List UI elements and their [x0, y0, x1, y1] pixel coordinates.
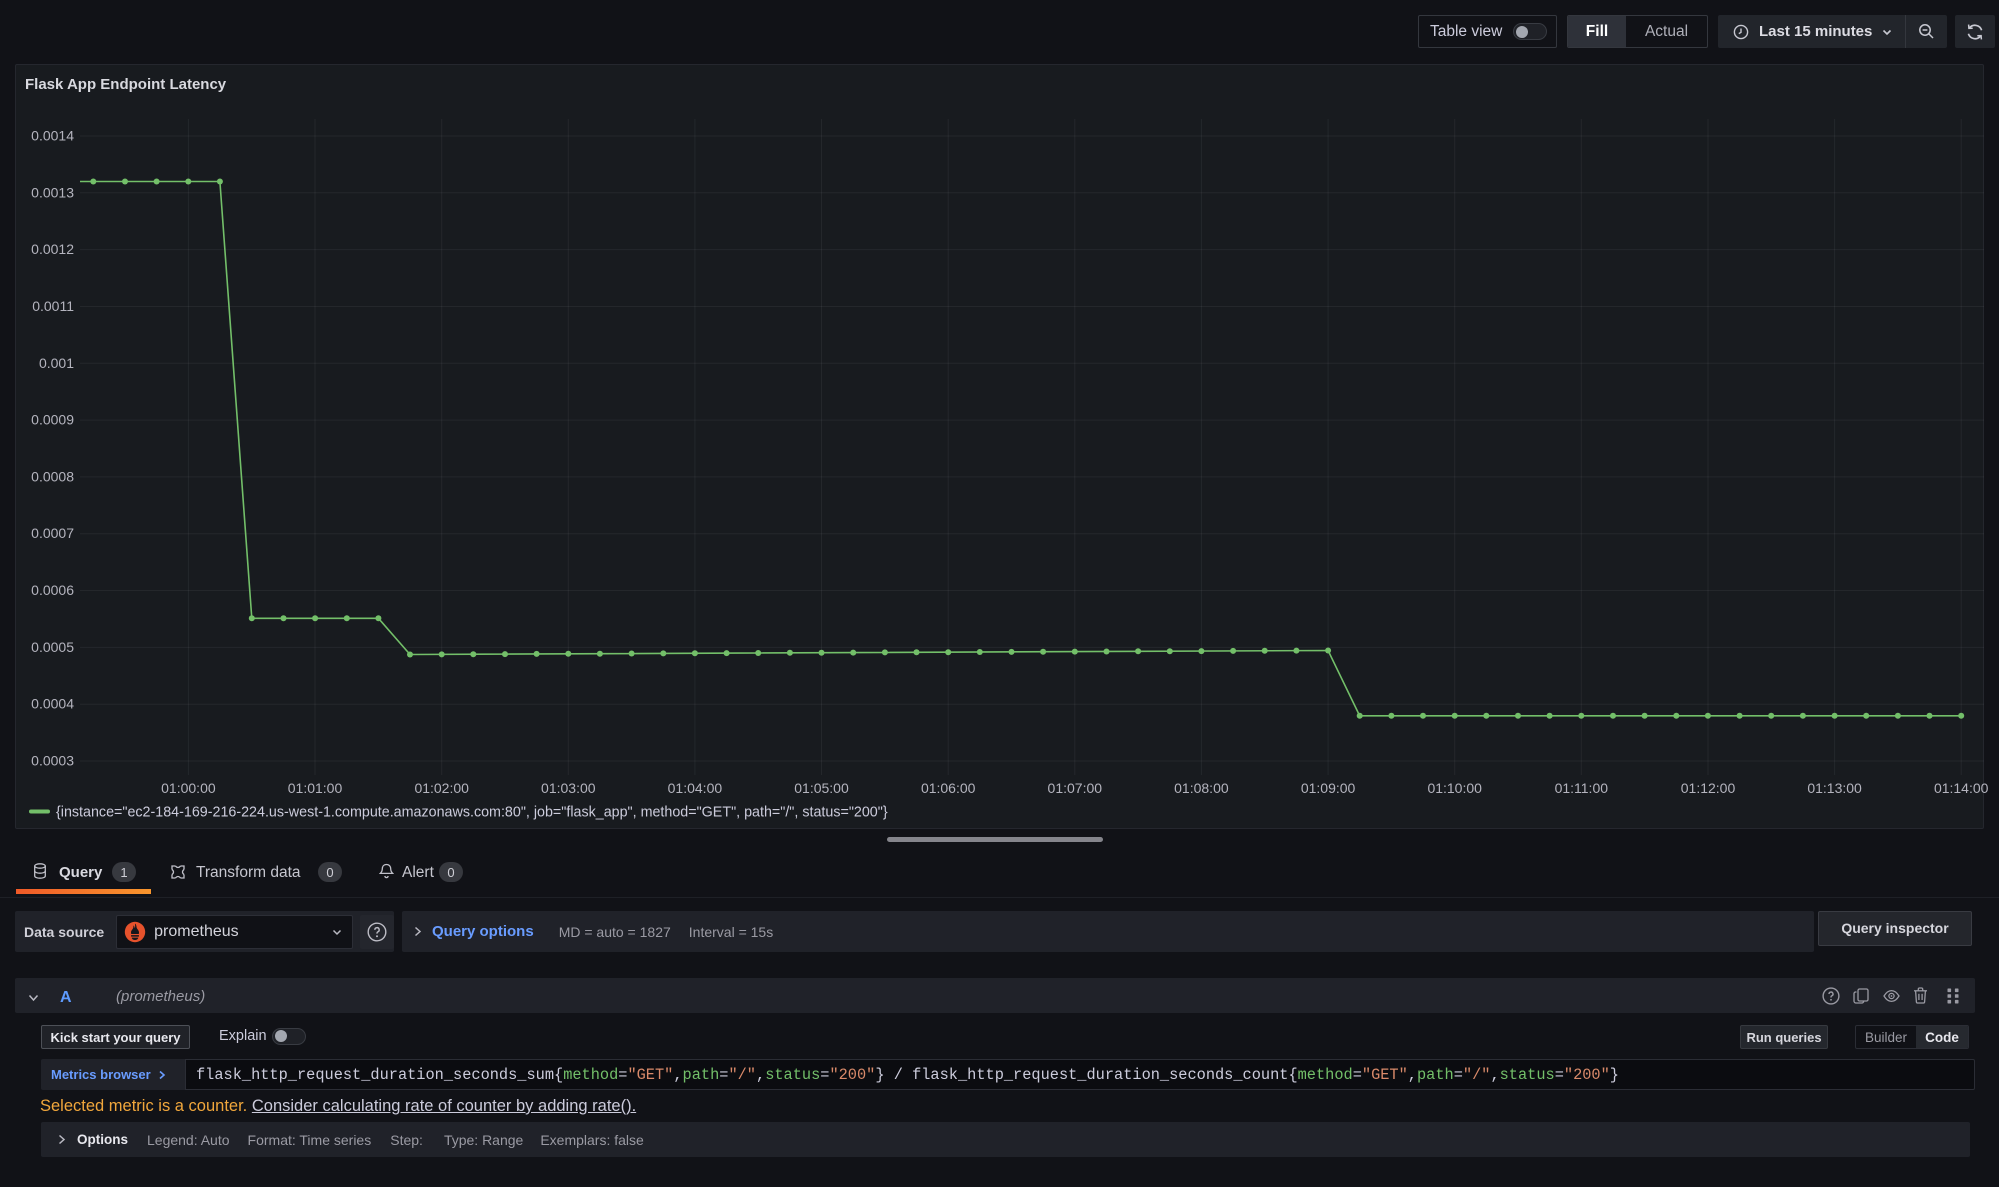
- svg-text:01:11:00: 01:11:00: [1555, 780, 1609, 796]
- svg-text:01:06:00: 01:06:00: [921, 780, 976, 796]
- svg-text:0.0003: 0.0003: [31, 753, 74, 769]
- svg-text:01:04:00: 01:04:00: [668, 780, 723, 796]
- svg-text:0.0011: 0.0011: [32, 298, 74, 314]
- svg-text:0.0013: 0.0013: [31, 184, 74, 200]
- svg-text:01:10:00: 01:10:00: [1427, 780, 1482, 796]
- svg-text:0.0012: 0.0012: [31, 241, 74, 257]
- svg-text:01:12:00: 01:12:00: [1681, 780, 1736, 796]
- svg-text:0.0014: 0.0014: [31, 128, 74, 144]
- svg-text:01:13:00: 01:13:00: [1807, 780, 1862, 796]
- svg-text:01:09:00: 01:09:00: [1301, 780, 1356, 796]
- svg-text:{instance="ec2-184-169-216-224: {instance="ec2-184-169-216-224.us-west-1…: [56, 805, 888, 821]
- svg-text:01:01:00: 01:01:00: [288, 780, 343, 796]
- svg-text:01:14:00: 01:14:00: [1934, 780, 1989, 796]
- svg-text:0.0007: 0.0007: [31, 525, 74, 541]
- svg-text:01:02:00: 01:02:00: [414, 780, 469, 796]
- svg-text:0.0006: 0.0006: [31, 582, 74, 598]
- svg-text:01:07:00: 01:07:00: [1048, 780, 1103, 796]
- svg-text:01:00:00: 01:00:00: [161, 780, 216, 796]
- svg-text:0.0004: 0.0004: [31, 696, 74, 712]
- svg-text:01:03:00: 01:03:00: [541, 780, 596, 796]
- svg-text:01:08:00: 01:08:00: [1174, 780, 1229, 796]
- svg-text:0.0009: 0.0009: [31, 412, 74, 428]
- svg-text:01:05:00: 01:05:00: [794, 780, 849, 796]
- svg-text:0.001: 0.001: [39, 355, 74, 371]
- svg-text:0.0005: 0.0005: [31, 639, 74, 655]
- svg-text:0.0008: 0.0008: [31, 468, 74, 484]
